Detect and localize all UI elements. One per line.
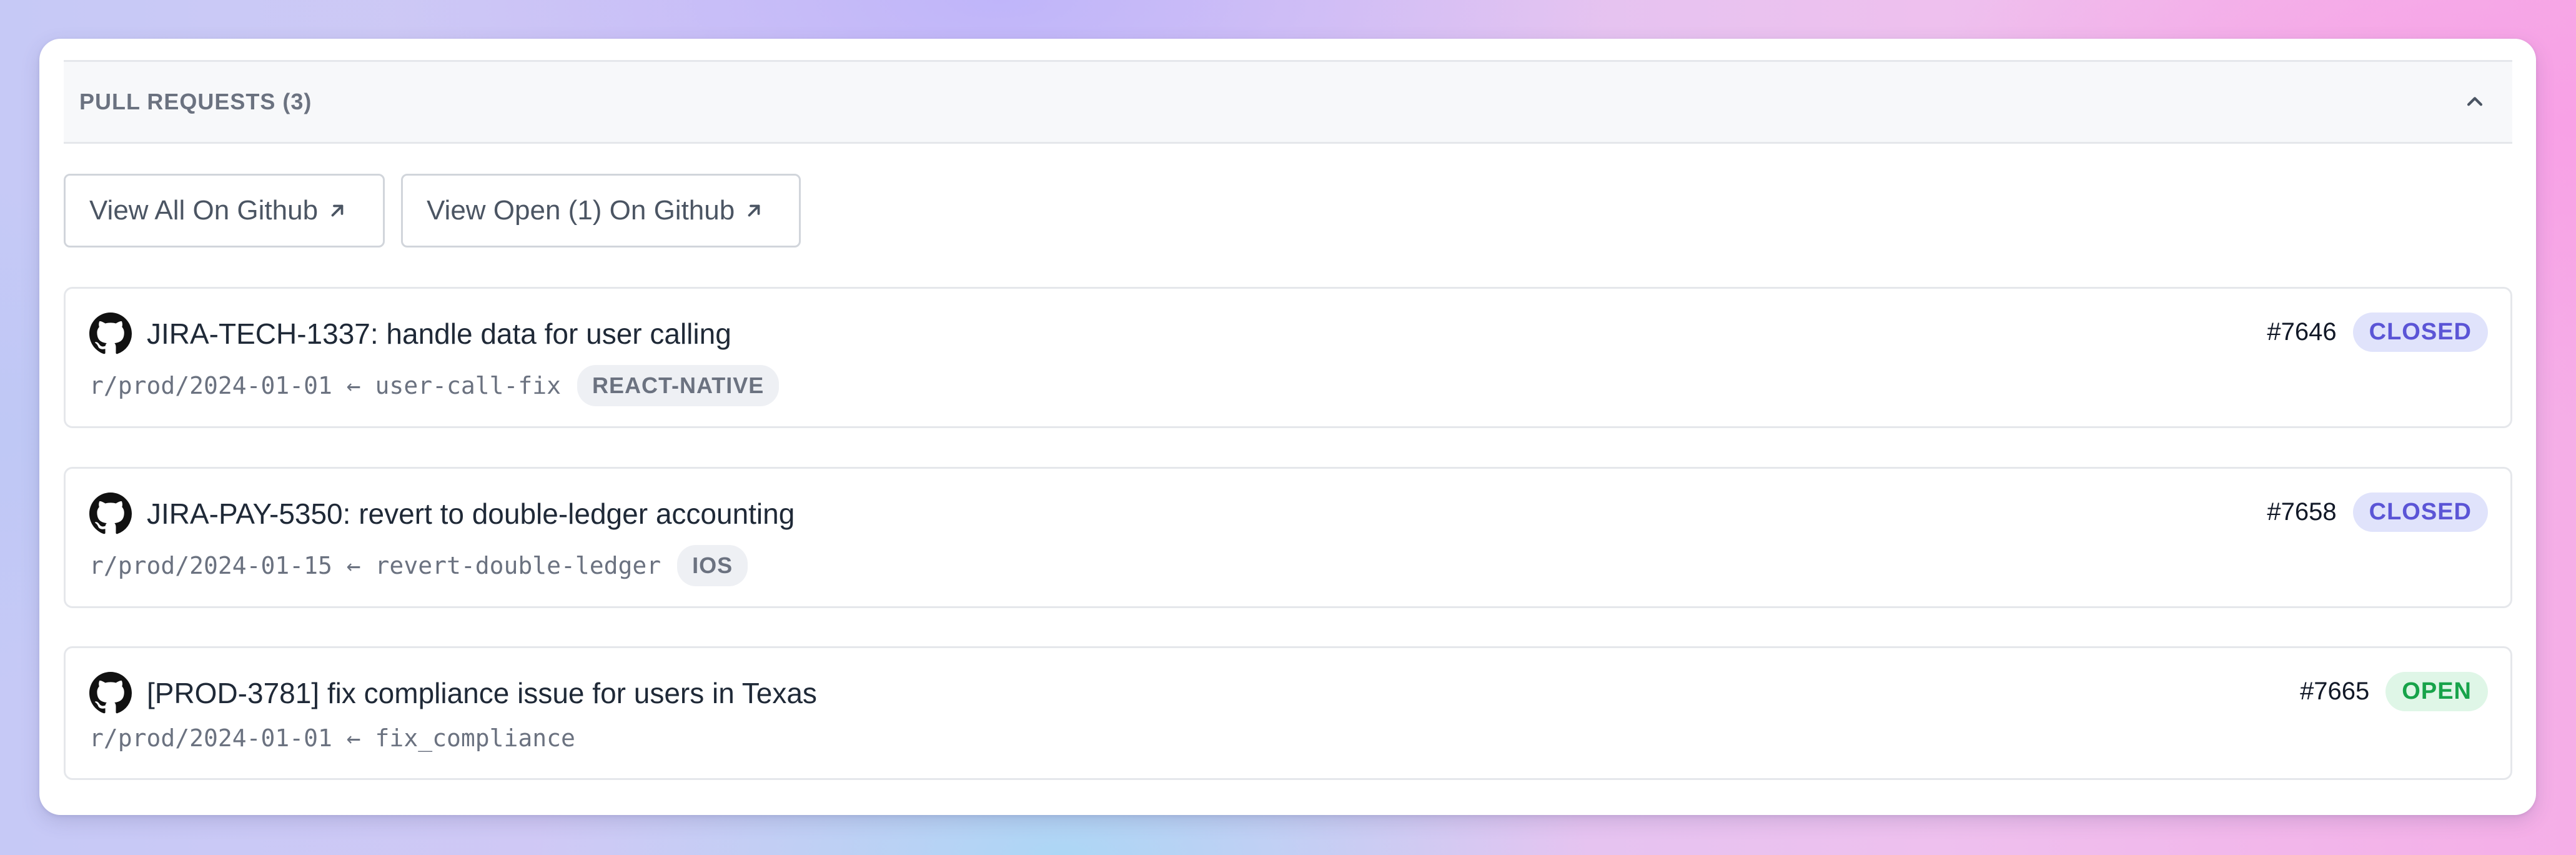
pr-tag: REACT-NATIVE <box>577 365 780 406</box>
pr-number: #7665 <box>2300 678 2370 705</box>
pr-meta-row: r/prod/2024-01-01 ← fix_compliance <box>89 724 575 752</box>
section-title: PULL REQUESTS (3) <box>79 89 312 114</box>
github-icon <box>89 492 132 535</box>
pr-title-row: JIRA-PAY-5350: revert to double-ledger a… <box>89 492 795 535</box>
pr-branch: r/prod/2024-01-01 ← fix_compliance <box>89 724 575 752</box>
pr-title-row: [PROD-3781] fix compliance issue for use… <box>89 672 817 714</box>
pr-title[interactable]: JIRA-TECH-1337: handle data for user cal… <box>147 317 731 351</box>
github-icon <box>89 312 132 355</box>
pr-title-row: JIRA-TECH-1337: handle data for user cal… <box>89 312 731 355</box>
pr-title[interactable]: JIRA-PAY-5350: revert to double-ledger a… <box>147 497 795 531</box>
pr-status-group: #7646 CLOSED <box>2267 312 2488 352</box>
arrow-up-right-icon <box>745 201 763 220</box>
status-badge: CLOSED <box>2352 492 2488 532</box>
pr-status-group: #7658 CLOSED <box>2267 492 2488 532</box>
pull-requests-card: PULL REQUESTS (3) View All On Github Vie… <box>39 39 2536 815</box>
view-open-label: View Open (1) On Github <box>427 195 735 226</box>
status-badge: OPEN <box>2385 672 2488 711</box>
arrow-up-right-icon <box>328 201 347 220</box>
pr-branch: r/prod/2024-01-15 ← revert-double-ledger <box>89 552 661 579</box>
view-all-on-github-button[interactable]: View All On Github <box>64 174 385 248</box>
github-icon <box>89 672 132 714</box>
pr-title[interactable]: [PROD-3781] fix compliance issue for use… <box>147 676 817 710</box>
github-button-row: View All On Github View Open (1) On Gith… <box>64 174 801 248</box>
pull-requests-header[interactable]: PULL REQUESTS (3) <box>64 60 2512 144</box>
pr-number: #7646 <box>2267 318 2337 346</box>
chevron-up-icon <box>2467 97 2483 106</box>
pull-request-item[interactable]: JIRA-PAY-5350: revert to double-ledger a… <box>64 467 2512 608</box>
pull-request-item[interactable]: JIRA-TECH-1337: handle data for user cal… <box>64 287 2512 428</box>
collapse-button[interactable] <box>2461 88 2489 116</box>
pr-number: #7658 <box>2267 498 2337 526</box>
pr-meta-row: r/prod/2024-01-15 ← revert-double-ledger… <box>89 545 748 586</box>
view-open-on-github-button[interactable]: View Open (1) On Github <box>401 174 801 248</box>
pr-status-group: #7665 OPEN <box>2300 672 2488 711</box>
pr-meta-row: r/prod/2024-01-01 ← user-call-fix REACT-… <box>89 365 780 406</box>
status-badge: CLOSED <box>2352 312 2488 352</box>
view-all-label: View All On Github <box>89 195 319 226</box>
pull-request-item[interactable]: [PROD-3781] fix compliance issue for use… <box>64 646 2512 780</box>
pr-tag: IOS <box>677 545 748 586</box>
pr-branch: r/prod/2024-01-01 ← user-call-fix <box>89 372 561 399</box>
